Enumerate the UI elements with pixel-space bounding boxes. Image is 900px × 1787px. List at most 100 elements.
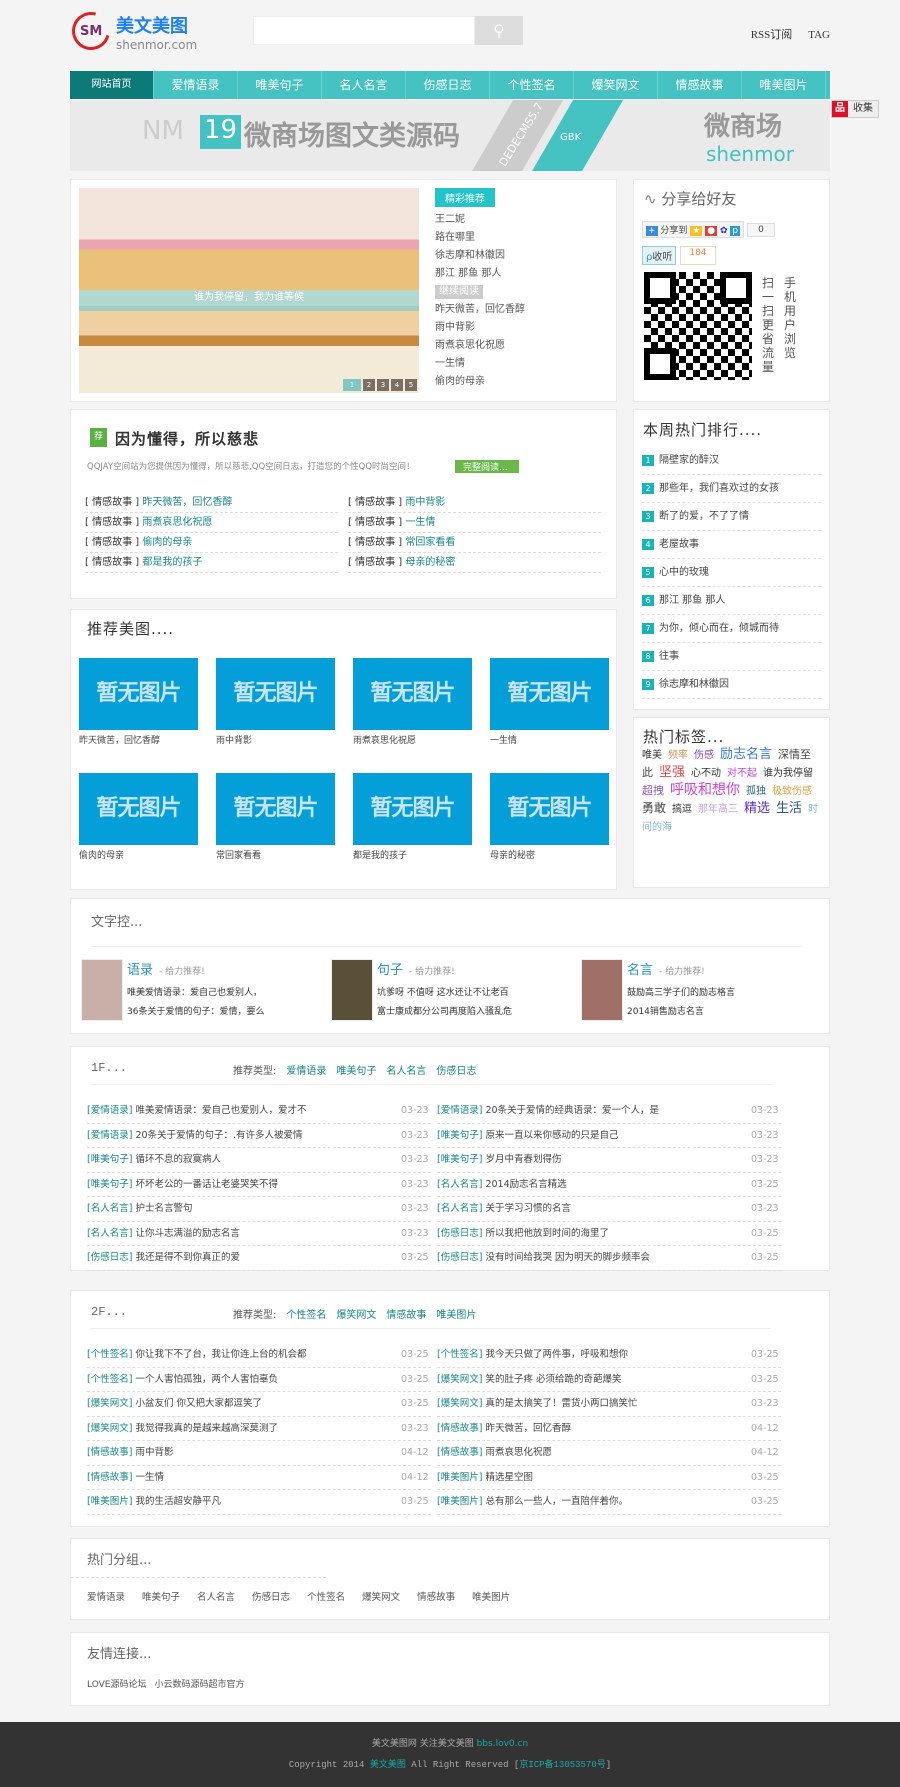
row-title[interactable]: 20条关于爱情的句子：.有许多人被爱情 bbox=[135, 1130, 302, 1141]
footer-bbs-link[interactable]: bbs.lov0.cn bbox=[477, 1739, 529, 1749]
ranking-title[interactable]: 徐志摩和林徽因 bbox=[659, 679, 729, 690]
slider-dot[interactable]: 4 bbox=[391, 379, 403, 391]
row-title[interactable]: 岁月中青春划得伤 bbox=[485, 1154, 561, 1165]
tag-link[interactable]: 超拽 bbox=[642, 784, 664, 797]
article-category[interactable]: [ 情感故事 ] bbox=[348, 537, 402, 548]
row-title[interactable]: 精选星空图 bbox=[485, 1472, 533, 1483]
row-category[interactable]: [唯美图片] bbox=[437, 1496, 482, 1507]
row-title[interactable]: 唯美爱情语录：爱自己也爱别人，爱才不 bbox=[135, 1105, 306, 1116]
row-title[interactable]: 我今天只做了两件事，呼吸和想你 bbox=[485, 1349, 628, 1360]
row-title[interactable]: 所以我把他放到时间的海里了 bbox=[485, 1228, 609, 1239]
row-title[interactable]: 笑的肚子疼 必须给跪的奇葩爆笑 bbox=[485, 1374, 621, 1385]
ranking-item[interactable]: 1 隔壁家的醉汉 bbox=[642, 447, 821, 475]
pic-title[interactable]: 一生情 bbox=[490, 730, 609, 773]
row-title[interactable]: 护士名言警句 bbox=[135, 1203, 192, 1214]
row-category[interactable]: [情感故事] bbox=[87, 1447, 132, 1458]
row-category[interactable]: [情感故事] bbox=[437, 1447, 482, 1458]
floor-type-link[interactable]: 个性签名 bbox=[286, 1310, 326, 1321]
featured-title[interactable]: 因为懂得，所以慈悲 bbox=[115, 428, 259, 449]
wenzi-category[interactable]: 名言 bbox=[627, 963, 653, 978]
row-title[interactable]: 坏坏老公的一番话让老婆哭笑不得 bbox=[135, 1179, 278, 1190]
pic-card[interactable]: 暂无图片 雨煮哀思化祝愿 bbox=[353, 658, 472, 773]
ranking-title[interactable]: 那些年，我们喜欢过的女孩 bbox=[659, 483, 779, 494]
nav-item[interactable]: 名人名言 bbox=[322, 71, 406, 99]
wenzi-link[interactable]: 36条关于爱情的句子：爱情，要么 bbox=[127, 1003, 327, 1022]
wenzi-link[interactable]: 鼓励高三学子们的励志格言 bbox=[627, 984, 827, 1003]
tag-link[interactable]: TAG bbox=[808, 29, 830, 41]
ranking-item[interactable]: 8 往事 bbox=[642, 643, 821, 671]
share-to-button[interactable]: + 分享到 ★ ● ✿ p bbox=[642, 221, 745, 238]
article-link[interactable]: 偷肉的母亲 bbox=[142, 537, 192, 548]
floor-type-link[interactable]: 伤感日志 bbox=[436, 1066, 476, 1077]
row-category[interactable]: [爱情语录] bbox=[87, 1105, 132, 1116]
wenzi-link[interactable]: 坑爹呀 不值呀 这水还让不让老百 bbox=[377, 984, 577, 1003]
listen-button[interactable]: ρ收听 bbox=[642, 246, 677, 265]
ranking-title[interactable]: 断了的爱，不了了情 bbox=[659, 511, 749, 522]
pic-placeholder[interactable]: 暂无图片 bbox=[79, 773, 198, 845]
nav-item[interactable]: 个性签名 bbox=[490, 71, 574, 99]
footer-site-link[interactable]: 美文美图 bbox=[370, 1760, 406, 1770]
row-category[interactable]: [唯美图片] bbox=[87, 1496, 132, 1507]
article-category[interactable]: [ 情感故事 ] bbox=[85, 497, 139, 508]
row-category[interactable]: [伤感日志] bbox=[87, 1252, 132, 1263]
read-more-button[interactable]: 完整阅读... bbox=[455, 460, 519, 473]
ranking-title[interactable]: 隔壁家的醉汉 bbox=[659, 455, 719, 466]
pic-card[interactable]: 暂无图片 雨中背影 bbox=[216, 658, 335, 773]
search-input[interactable] bbox=[253, 16, 475, 45]
pick-item[interactable]: 一生情 bbox=[435, 355, 595, 373]
article-link[interactable]: 昨天微苦，回忆香醇 bbox=[142, 497, 232, 508]
pic-placeholder[interactable]: 暂无图片 bbox=[216, 658, 335, 730]
floor-type-link[interactable]: 爱情语录 bbox=[286, 1066, 326, 1077]
row-category[interactable]: [唯美句子] bbox=[87, 1154, 132, 1165]
ranking-item[interactable]: 5 心中的玫瑰 bbox=[642, 559, 821, 587]
row-category[interactable]: [伤感日志] bbox=[437, 1252, 482, 1263]
wenzi-category[interactable]: 语录 bbox=[127, 963, 153, 978]
pic-placeholder[interactable]: 暂无图片 bbox=[79, 658, 198, 730]
ranking-title[interactable]: 心中的玫瑰 bbox=[659, 567, 709, 578]
pic-title[interactable]: 雨煮哀思化祝愿 bbox=[353, 730, 472, 773]
tag-link[interactable]: 唯美 bbox=[642, 750, 662, 761]
pic-card[interactable]: 暂无图片 常回家看看 bbox=[216, 773, 335, 888]
pic-placeholder[interactable]: 暂无图片 bbox=[490, 658, 609, 730]
row-title[interactable]: 小盆友们 你又把大家都逗笑了 bbox=[135, 1398, 262, 1409]
pick-item[interactable]: 雨中背影 bbox=[435, 319, 595, 337]
pic-placeholder[interactable]: 暂无图片 bbox=[353, 773, 472, 845]
row-category[interactable]: [名人名言] bbox=[87, 1203, 132, 1214]
nav-item[interactable]: 唯美图片 bbox=[742, 71, 826, 99]
article-link[interactable]: 雨中背影 bbox=[405, 497, 445, 508]
ranking-item[interactable]: 4 老屋故事 bbox=[642, 531, 821, 559]
pick-item[interactable]: 雨煮哀思化祝愿 bbox=[435, 337, 595, 355]
pic-card[interactable]: 暂无图片 一生情 bbox=[490, 658, 609, 773]
pic-placeholder[interactable]: 暂无图片 bbox=[353, 658, 472, 730]
tencent-icon[interactable]: p bbox=[730, 226, 741, 236]
row-title[interactable]: 我觉得我真的是越来越高深莫测了 bbox=[135, 1423, 278, 1434]
tag-link[interactable]: 孤独 bbox=[746, 786, 766, 797]
row-title[interactable]: 我的生活超安静平凡 bbox=[135, 1496, 221, 1507]
nav-item[interactable]: 唯美句子 bbox=[238, 71, 322, 99]
group-link[interactable]: 唯美句子 bbox=[142, 1589, 180, 1603]
slider-dot[interactable]: 5 bbox=[405, 379, 417, 391]
pick-item[interactable]: 王二妮 bbox=[435, 211, 595, 229]
pic-title[interactable]: 母亲的秘密 bbox=[490, 845, 609, 888]
row-title[interactable]: 我还是得不到你真正的爱 bbox=[135, 1252, 240, 1263]
slider-dot[interactable]: 1 bbox=[343, 379, 361, 391]
row-title[interactable]: 让你斗志满溢的励志名言 bbox=[135, 1228, 240, 1239]
tag-link[interactable]: 勇敢 bbox=[642, 801, 666, 815]
pic-card[interactable]: 暂无图片 母亲的秘密 bbox=[490, 773, 609, 888]
tag-link[interactable]: 坚强 bbox=[659, 765, 685, 780]
tag-link[interactable]: 精选 bbox=[744, 801, 770, 816]
pick-item[interactable]: 路在哪里 bbox=[435, 229, 595, 247]
ranking-item[interactable]: 9 徐志摩和林徽因 bbox=[642, 671, 821, 699]
wenzi-thumbnail[interactable] bbox=[581, 959, 623, 1021]
group-link[interactable]: 爱情语录 bbox=[87, 1589, 125, 1603]
row-category[interactable]: [情感故事] bbox=[87, 1472, 132, 1483]
pic-card[interactable]: 暂无图片 偷肉的母亲 bbox=[79, 773, 198, 888]
row-title[interactable]: 雨煮哀思化祝愿 bbox=[485, 1447, 552, 1458]
row-title[interactable]: 一生情 bbox=[135, 1472, 164, 1483]
tag-link[interactable]: 频率 bbox=[668, 750, 688, 761]
article-category[interactable]: [ 情感故事 ] bbox=[85, 537, 139, 548]
nav-item[interactable]: 伤感日志 bbox=[406, 71, 490, 99]
row-title[interactable]: 没有时间给我哭 因为明天的脚步频率会 bbox=[485, 1252, 650, 1263]
article-category[interactable]: [ 情感故事 ] bbox=[348, 557, 402, 568]
pick-item[interactable]: 昨天微苦，回忆香醇 bbox=[435, 301, 595, 319]
